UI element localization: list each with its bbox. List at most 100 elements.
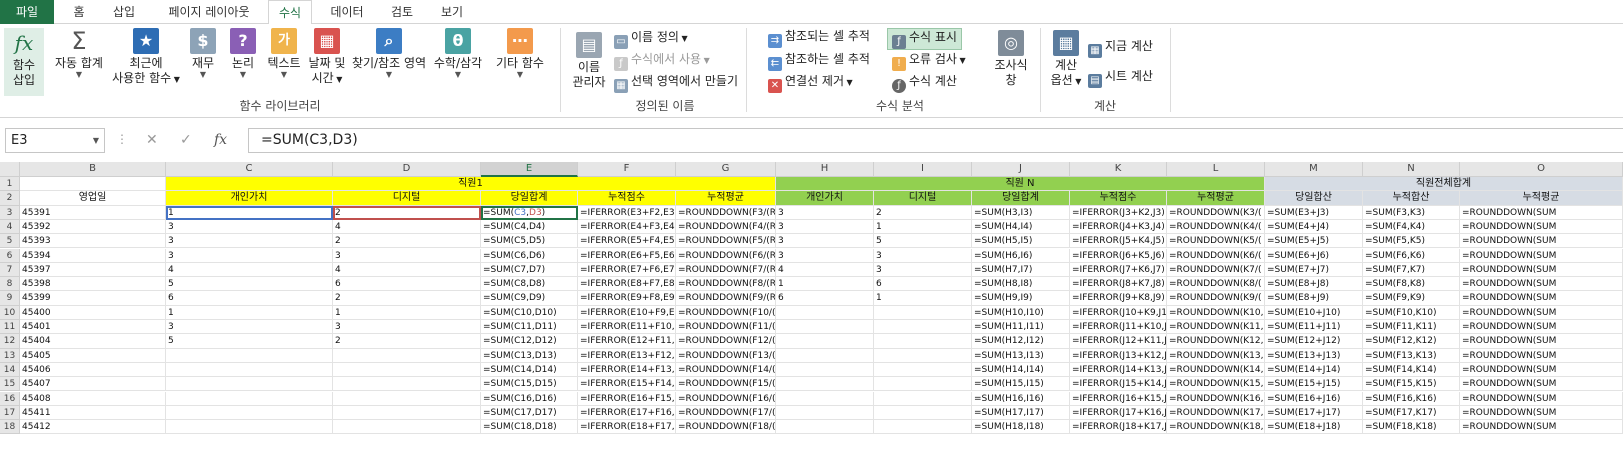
cell[interactable]: =ROUNDDOWN(SUM [1460, 291, 1623, 306]
tab-page-layout[interactable]: 페이지 레이아웃 [156, 0, 262, 24]
cell[interactable]: 6 [333, 277, 481, 292]
cell[interactable]: =IFERROR(E7+F6,E7) [578, 262, 676, 278]
cell[interactable]: =IFERROR(E17+F16,E [578, 405, 676, 421]
cell[interactable]: =IFERROR(J17+K16,J [1070, 405, 1167, 421]
column-header-c[interactable]: C [166, 162, 333, 177]
trace-precedents-button[interactable]: ⇉ 참조되는 셀 추적 [768, 28, 870, 48]
cell[interactable]: 3 [166, 234, 333, 249]
cell[interactable]: =IFERROR(J5+K4,J5) [1070, 234, 1167, 249]
chevron-down-icon[interactable]: ▼ [93, 129, 99, 152]
cell[interactable]: =IFERROR(J8+K7,J8) [1070, 277, 1167, 292]
cell[interactable]: =ROUNDDOWN(K14, [1167, 362, 1265, 378]
row-header[interactable]: 10 [0, 305, 20, 320]
cell[interactable]: =ROUNDDOWN(F13/( [676, 348, 776, 363]
cell[interactable]: =IFERROR(E6+F5,E6) [578, 248, 676, 263]
cell[interactable]: =SUM(H4,I4) [972, 219, 1070, 235]
cell[interactable]: 1 [333, 305, 481, 320]
row-header[interactable]: 8 [0, 277, 20, 292]
column-header-b[interactable]: B [20, 162, 166, 177]
cell[interactable] [776, 305, 874, 320]
column-header-l[interactable]: L [1167, 162, 1265, 177]
row-header[interactable]: 2 [0, 191, 20, 206]
cell[interactable]: =SUM(H16,I16) [972, 391, 1070, 406]
cell[interactable]: =SUM(F8,K8) [1363, 277, 1460, 292]
row-header[interactable]: 15 [0, 377, 20, 392]
column-header-n[interactable]: N [1363, 162, 1460, 177]
cell[interactable]: =IFERROR(E3+F2,E3) [578, 205, 676, 220]
create-from-selection-button[interactable]: ▦ 선택 영역에서 만들기 [614, 73, 738, 93]
cell[interactable]: =ROUNDDOWN(F11/( [676, 320, 776, 335]
cell[interactable]: =SUM(F12,K12) [1363, 334, 1460, 349]
cell[interactable]: =ROUNDDOWN(SUM [1460, 362, 1623, 378]
row-header[interactable]: 5 [0, 234, 20, 249]
cell[interactable] [874, 362, 972, 378]
cell[interactable]: =ROUNDDOWN(K5/( [1167, 234, 1265, 249]
cell[interactable]: =SUM(E7+J7) [1265, 262, 1363, 278]
cell[interactable]: =SUM(E17+J17) [1265, 405, 1363, 421]
cell[interactable]: 1 [776, 277, 874, 292]
enter-check-icon[interactable]: ✓ [180, 132, 192, 148]
cell[interactable]: =IFERROR(E13+F12,E [578, 348, 676, 363]
name-manager-button[interactable]: ▤ 이름 관리자 [568, 32, 610, 90]
cell[interactable]: =SUM(H6,I6) [972, 248, 1070, 263]
more-functions-button[interactable]: ⋯ 기타 함수 ▼ [490, 28, 550, 79]
cell[interactable]: =SUM(F18,K18) [1363, 420, 1460, 435]
cell[interactable] [333, 391, 481, 406]
cell[interactable]: 4 [776, 262, 874, 278]
cell[interactable]: =ROUNDDOWN(SUM [1460, 377, 1623, 392]
cell[interactable] [874, 348, 972, 363]
cell[interactable] [874, 305, 972, 320]
cell[interactable]: =SUM(F10,K10) [1363, 305, 1460, 320]
cell[interactable] [874, 420, 972, 435]
cell[interactable] [333, 405, 481, 421]
cell[interactable]: 45394 [20, 248, 166, 263]
cell[interactable]: =ROUNDDOWN(F4/(R [676, 219, 776, 235]
cell[interactable]: 45393 [20, 234, 166, 249]
cell[interactable]: 45400 [20, 305, 166, 320]
column-header-m[interactable]: M [1265, 162, 1363, 177]
row-header[interactable]: 4 [0, 219, 20, 235]
column-header-e[interactable]: E [481, 162, 578, 177]
cell[interactable]: =ROUNDDOWN(SUM [1460, 420, 1623, 435]
row-header[interactable]: 12 [0, 334, 20, 349]
cell[interactable]: =ROUNDDOWN(K7/( [1167, 262, 1265, 278]
cell[interactable]: 45392 [20, 219, 166, 235]
cell[interactable] [333, 420, 481, 435]
insert-function-icon[interactable]: fx [214, 132, 227, 148]
formula-input[interactable]: =SUM(C3,D3) [248, 128, 1623, 153]
cell[interactable]: =SUM(H13,I13) [972, 348, 1070, 363]
autosum-button[interactable]: Σ 자동 합계 ▼ [52, 28, 106, 79]
referenced-cell-c3[interactable]: 1 [166, 205, 333, 220]
column-header-j[interactable]: J [972, 162, 1070, 177]
cell[interactable]: =SUM(E18+J18) [1265, 420, 1363, 435]
cell[interactable]: =SUM(H10,I10) [972, 305, 1070, 320]
row-header[interactable]: 14 [0, 362, 20, 378]
row-header[interactable]: 7 [0, 262, 20, 278]
cell[interactable]: =SUM(H3,I3) [972, 205, 1070, 220]
cell[interactable]: 1 [874, 291, 972, 306]
cell[interactable]: =ROUNDDOWN(F9/(R [676, 291, 776, 306]
calc-options-button[interactable]: ▦ 계산 옵션 ▼ [1046, 30, 1086, 89]
cell[interactable] [166, 420, 333, 435]
cell[interactable]: =SUM(C10,D10) [481, 305, 578, 320]
cell[interactable]: =IFERROR(E11+F10,E [578, 320, 676, 335]
cell[interactable]: 45404 [20, 334, 166, 349]
cell[interactable]: =ROUNDDOWN(F10/( [676, 305, 776, 320]
logical-button[interactable]: ? 논리 ▼ [228, 28, 258, 79]
cell[interactable]: =SUM(C6,D6) [481, 248, 578, 263]
cell[interactable]: =IFERROR(J16+K15,J [1070, 391, 1167, 406]
cell[interactable]: =SUM(F15,K15) [1363, 377, 1460, 392]
cell[interactable]: =IFERROR(J3+K2,J3) [1070, 205, 1167, 220]
cell[interactable]: 5 [874, 234, 972, 249]
row-header[interactable]: 13 [0, 348, 20, 363]
cancel-icon[interactable]: ✕ [146, 132, 158, 148]
cell[interactable]: =SUM(E10+J10) [1265, 305, 1363, 320]
cell[interactable]: =SUM(F7,K7) [1363, 262, 1460, 278]
cell[interactable]: =ROUNDDOWN(F16/( [676, 391, 776, 406]
row-header[interactable]: 3 [0, 205, 20, 220]
cell[interactable]: =SUM(H15,I15) [972, 377, 1070, 392]
cell[interactable]: =ROUNDDOWN(K12, [1167, 334, 1265, 349]
cell[interactable]: =ROUNDDOWN(SUM [1460, 219, 1623, 235]
cell[interactable]: =SUM(H14,I14) [972, 362, 1070, 378]
cell[interactable]: 3 [776, 234, 874, 249]
